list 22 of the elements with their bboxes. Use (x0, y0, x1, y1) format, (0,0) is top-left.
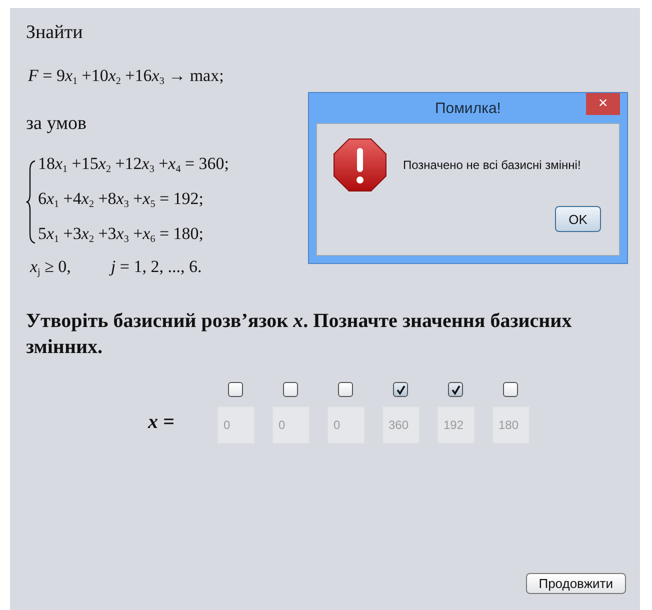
constraint-equation: 6x$_{1}$ +4x$_{2}$ +8x$_{3}$ +x$_{5}$ = 192; (38, 188, 205, 212)
constraint-equation: 5x$_{1}$ +3x$_{2}$ +3x$_{3}$ +x$_{6}$ = 180; (38, 223, 205, 247)
vector-label: x = (148, 411, 176, 434)
objective-formula: F = 9x$_{1}$ +10x$_{2}$ +16x$_{3}$ → max; (28, 66, 225, 87)
question-text: Утворіть базисний розв’язок x. Позначте значення базисних змінних. (26, 309, 573, 360)
constraint-equation: 18x$_{1}$ +15x$_{2}$ +12x$_{3}$ +x$_{4}$ = 360; (38, 153, 230, 177)
index-range: j = 1, 2, ..., 6. (110, 257, 202, 278)
dialog-title: Помилка! (435, 100, 501, 116)
close-button[interactable]: × (586, 93, 620, 115)
checkbox[interactable] (503, 382, 518, 397)
checkbox[interactable] (228, 382, 243, 397)
find-label: Знайти (26, 22, 84, 44)
error-icon (333, 138, 387, 192)
checkbox[interactable] (283, 382, 298, 397)
checkbox[interactable] (338, 382, 353, 397)
continue-button[interactable]: Продовжити (526, 573, 626, 594)
checkbox[interactable] (393, 382, 408, 397)
nonnegativity-formula: x$_{j}$ ≥ 0, (30, 257, 71, 278)
error-message: Позначено не всі базисні змінні! (403, 158, 581, 172)
conditions-label: за умов (26, 113, 88, 135)
ok-button[interactable]: OK (555, 206, 601, 232)
checkbox[interactable] (448, 382, 463, 397)
